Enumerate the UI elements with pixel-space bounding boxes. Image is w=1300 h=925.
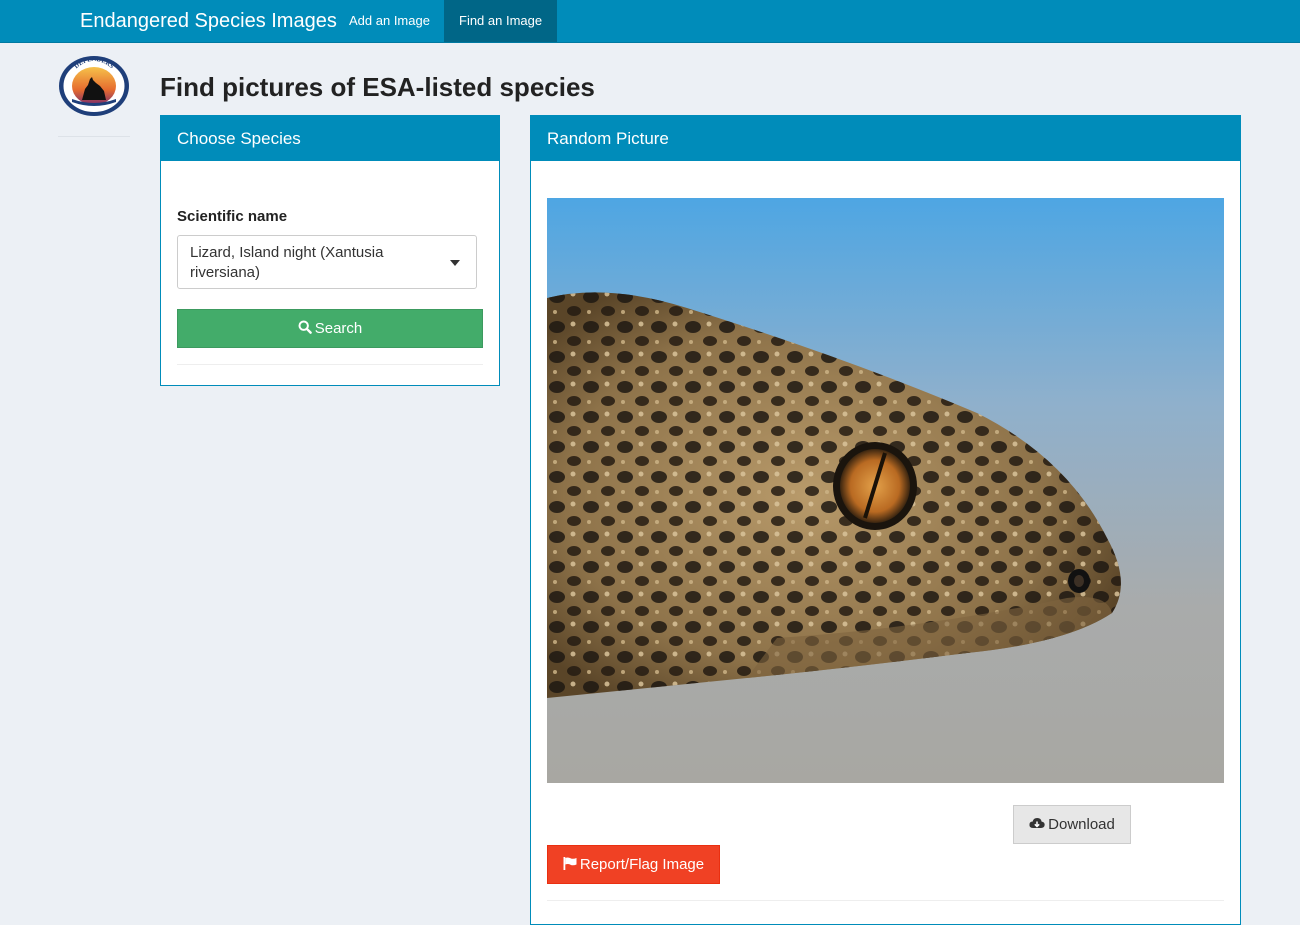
navbar-brand[interactable]: Endangered Species Images [80,0,337,42]
lizard-photo [547,198,1224,783]
report-flag-button[interactable]: Report/Flag Image [547,845,720,884]
random-picture-heading: Random Picture [531,116,1240,161]
sidebar-divider [58,136,130,137]
choose-species-panel: Choose Species Scientific name Lizard, I… [160,115,500,386]
choose-species-heading: Choose Species [161,116,499,161]
panel-divider [547,900,1224,901]
random-picture-panel: Random Picture Download Report/Flag Imag… [530,115,1241,925]
flag-icon [563,847,577,884]
top-navbar: Endangered Species Images Add an Image F… [0,0,1300,43]
search-button-label: Search [314,320,363,337]
nav-add-image[interactable]: Add an Image [334,0,445,42]
scientific-name-select[interactable]: Lizard, Island night (Xantusia riversian… [177,235,477,289]
download-button[interactable]: Download [1013,805,1131,844]
chevron-down-icon [450,260,460,266]
search-icon [298,311,312,348]
download-button-label: Download [1048,816,1115,833]
cloud-download-icon [1029,807,1045,844]
scientific-name-label: Scientific name [177,208,288,225]
report-button-label: Report/Flag Image [579,856,705,873]
defenders-of-wildlife-logo-icon[interactable]: DEFENDERS [58,55,130,117]
selected-species-value: Lizard, Island night (Xantusia riversian… [190,244,384,281]
search-button[interactable]: Search [177,309,483,348]
panel-divider [177,364,483,365]
nav-find-image[interactable]: Find an Image [444,0,558,42]
page-title: Find pictures of ESA-listed species [160,72,595,102]
